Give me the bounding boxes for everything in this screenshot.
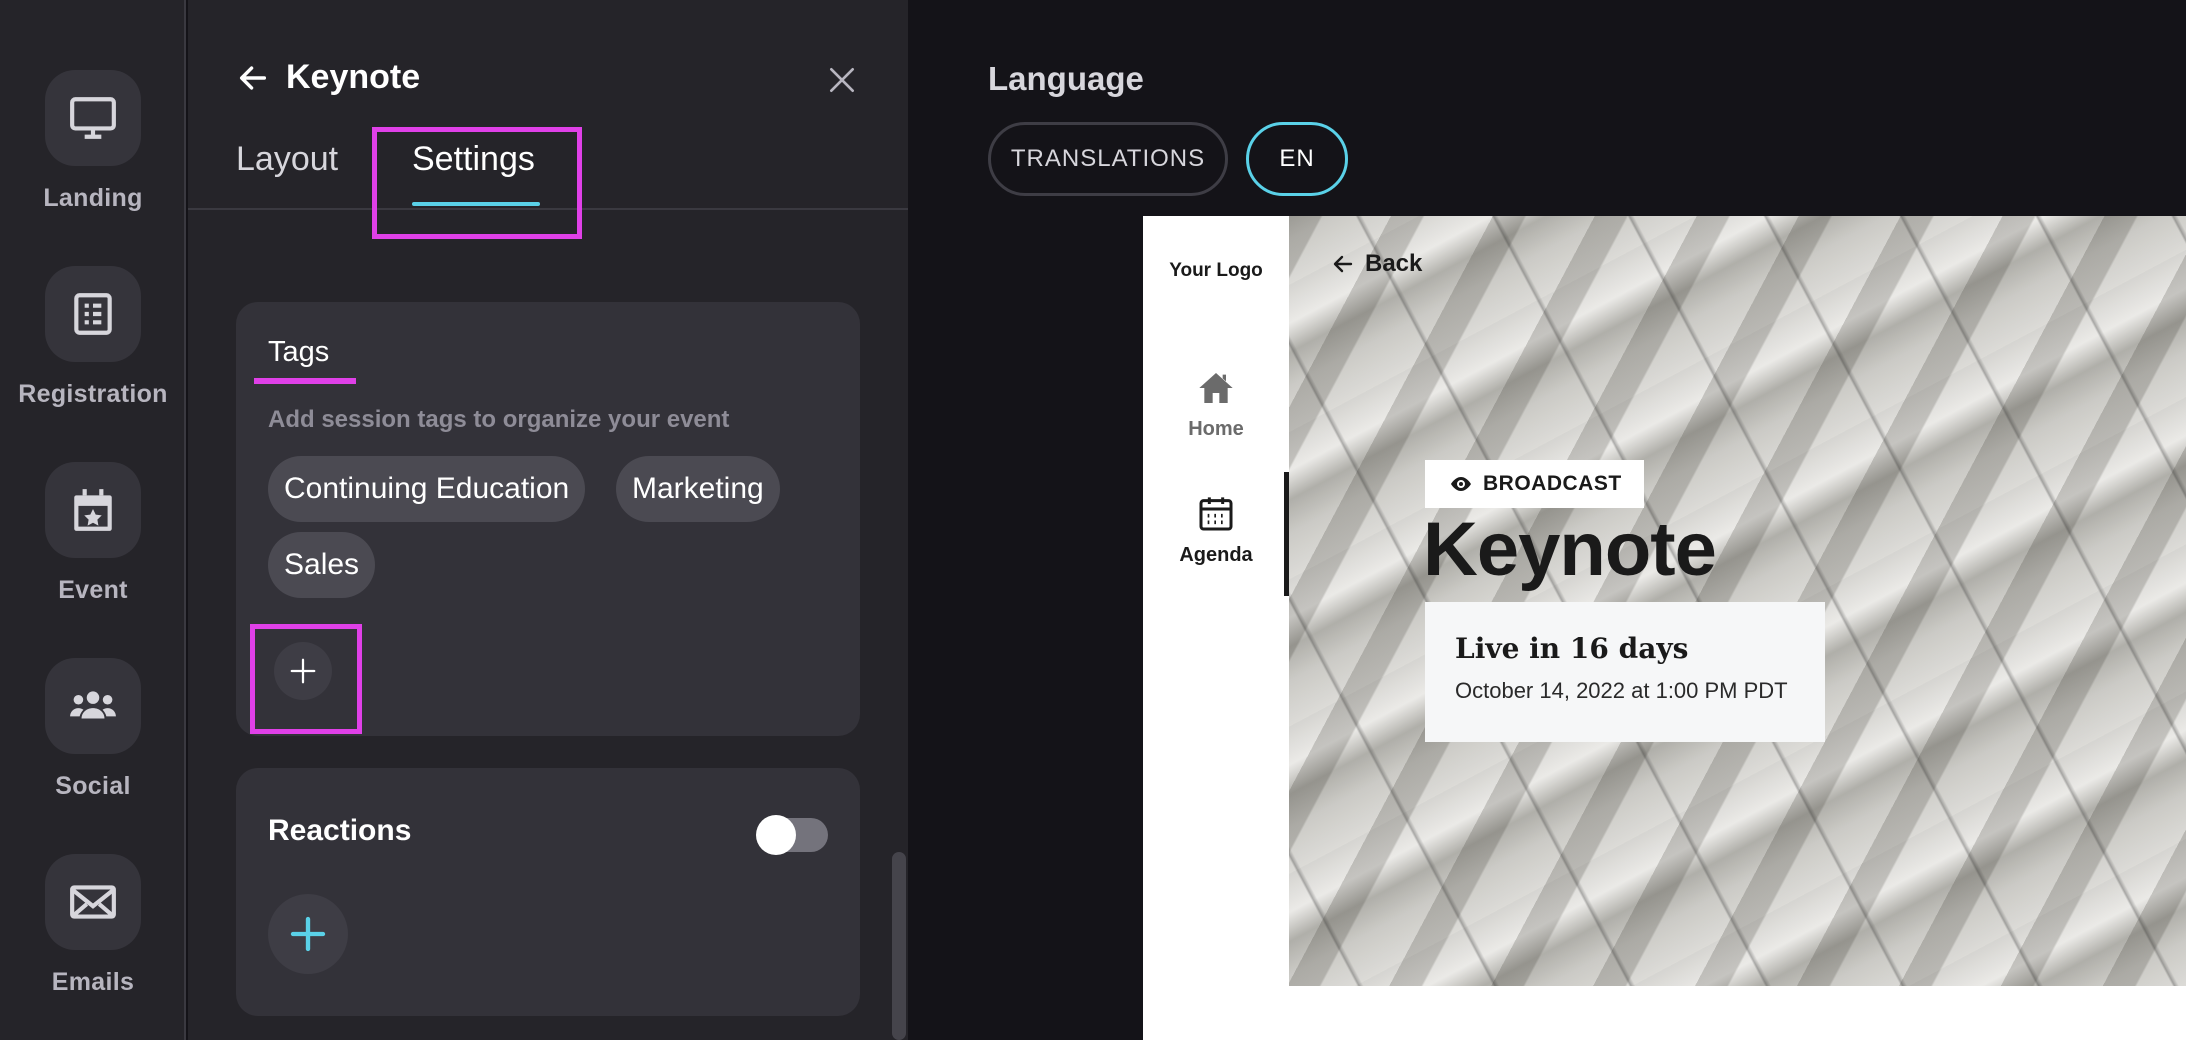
tags-title: Tags bbox=[268, 336, 330, 368]
panel-scrollbar[interactable] bbox=[892, 852, 906, 1040]
monitor-icon bbox=[45, 70, 141, 166]
back-link[interactable]: Back bbox=[1331, 250, 1422, 278]
reactions-card: Reactions bbox=[236, 768, 860, 1016]
people-icon bbox=[45, 658, 141, 754]
calendar-icon bbox=[1199, 497, 1233, 531]
rail-item-landing[interactable]: Landing bbox=[0, 70, 186, 213]
preview-nav-agenda[interactable]: Agenda bbox=[1143, 494, 1289, 567]
rail-label: Social bbox=[55, 772, 131, 800]
hero-title: Keynote bbox=[1423, 507, 1717, 592]
calendar-star-icon bbox=[45, 462, 141, 558]
close-icon[interactable] bbox=[826, 64, 858, 96]
live-countdown: Live in 16 days bbox=[1455, 632, 1689, 665]
translations-button[interactable]: TRANSLATIONS bbox=[988, 122, 1228, 196]
reactions-title: Reactions bbox=[268, 814, 412, 847]
preview-nav-label: Home bbox=[1188, 418, 1244, 440]
rail-label: Registration bbox=[18, 380, 168, 408]
back-link-label: Back bbox=[1365, 250, 1423, 277]
hero-background-pattern bbox=[1289, 216, 2186, 986]
toggle-knob bbox=[756, 815, 796, 855]
tag-chip[interactable]: Continuing Education bbox=[268, 456, 586, 522]
rail-item-event[interactable]: Event bbox=[0, 462, 186, 605]
add-reaction-button[interactable] bbox=[268, 894, 348, 974]
rail-item-social[interactable]: Social bbox=[0, 658, 186, 801]
home-icon bbox=[1199, 373, 1233, 403]
left-rail: Landing Registration Event Social Emails bbox=[0, 0, 186, 1040]
plus-icon bbox=[290, 916, 326, 952]
envelope-icon bbox=[45, 854, 141, 950]
rail-item-emails[interactable]: Emails bbox=[0, 854, 186, 997]
preview-logo: Your Logo bbox=[1169, 260, 1263, 281]
preview-nav-home[interactable]: Home bbox=[1143, 368, 1289, 441]
reactions-toggle[interactable] bbox=[756, 815, 828, 855]
highlight-box-add-tag bbox=[250, 624, 362, 734]
page-preview: Your Logo Home Agenda Back BROADCAST Key… bbox=[1143, 216, 2186, 1040]
tags-help-text: Add session tags to organize your event bbox=[268, 406, 730, 433]
eye-icon bbox=[1451, 477, 1471, 491]
tags-title-underline bbox=[254, 378, 356, 384]
tag-chip[interactable]: Marketing bbox=[616, 456, 780, 522]
broadcast-badge: BROADCAST bbox=[1425, 460, 1644, 508]
language-label: Language bbox=[988, 60, 1144, 97]
session-info-card: Live in 16 days October 14, 2022 at 1:00… bbox=[1425, 602, 1825, 742]
rail-label: Landing bbox=[43, 184, 143, 212]
back-arrow-icon bbox=[1333, 255, 1353, 273]
language-en-button[interactable]: EN bbox=[1246, 122, 1348, 196]
session-settings-panel: Keynote Layout Settings Tags Add session… bbox=[188, 0, 908, 1040]
tags-card: Tags Add session tags to organize your e… bbox=[236, 302, 860, 736]
rail-label: Event bbox=[58, 576, 128, 604]
rail-item-registration[interactable]: Registration bbox=[0, 266, 186, 409]
panel-header: Keynote bbox=[236, 58, 420, 97]
hero-banner: Back BROADCAST Keynote Live in 16 days O… bbox=[1289, 216, 2186, 986]
session-date: October 14, 2022 at 1:00 PM PDT bbox=[1455, 678, 1788, 703]
form-icon bbox=[45, 266, 141, 362]
tab-layout[interactable]: Layout bbox=[236, 140, 338, 179]
rail-label: Emails bbox=[51, 968, 135, 996]
preview-sidebar: Your Logo Home Agenda bbox=[1143, 216, 1289, 1040]
broadcast-badge-label: BROADCAST bbox=[1483, 472, 1622, 495]
preview-nav-label: Agenda bbox=[1179, 544, 1253, 566]
highlight-box-settings bbox=[372, 127, 582, 239]
tag-chip[interactable]: Sales bbox=[268, 532, 376, 598]
panel-title: Keynote bbox=[286, 58, 421, 96]
back-arrow-icon[interactable] bbox=[236, 61, 270, 95]
